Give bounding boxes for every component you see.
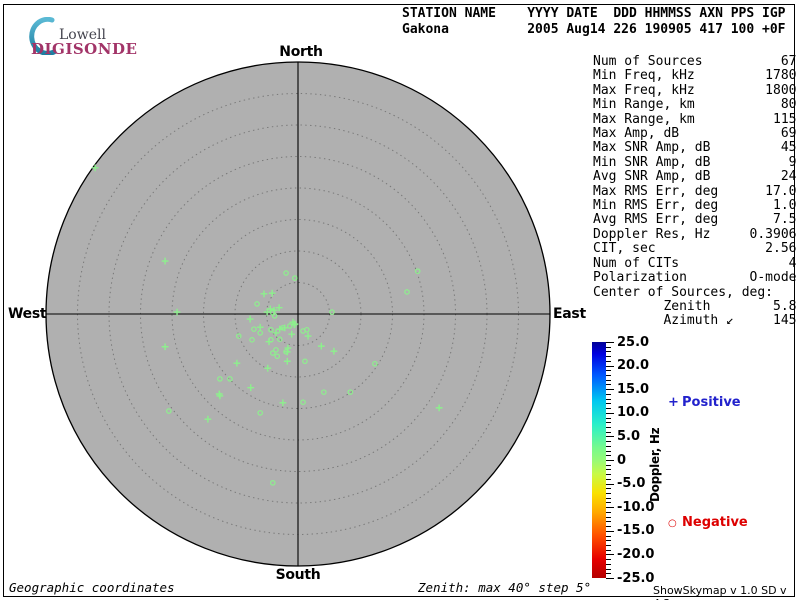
measurement-stats-panel: Num of Sources 67 Min Freq, kHz 1780 Max… (593, 55, 797, 329)
digisonde-logo: Lowell DIGISONDE (12, 8, 162, 48)
colorbar-tick-label: 15.0 (617, 383, 649, 396)
colorbar-minor-tick (606, 502, 611, 503)
colorbar-tick-label: -5.0 (617, 477, 645, 490)
colorbar-minor-tick (606, 408, 611, 409)
colorbar-tick-label: -20.0 (617, 548, 654, 561)
colorbar-minor-tick (606, 564, 611, 565)
colorbar-minor-tick (606, 474, 611, 475)
header-station-values: Gakona 2005 Aug14 226 190905 417 100 +0F (402, 22, 786, 37)
colorbar-minor-tick (606, 432, 611, 433)
colorbar-minor-tick (606, 569, 611, 570)
colorbar-minor-tick (606, 451, 611, 452)
colorbar-minor-tick (606, 465, 611, 466)
colorbar-tick-label: -15.0 (617, 524, 654, 537)
colorbar-minor-tick (606, 403, 611, 404)
colorbar-major-tick (606, 436, 614, 437)
colorbar-minor-tick (606, 380, 611, 381)
colorbar-minor-tick (606, 446, 611, 447)
plus-marker-icon: + (668, 395, 682, 410)
colorbar-minor-tick (606, 512, 611, 513)
colorbar-minor-tick (606, 351, 611, 352)
colorbar-tick-label: 20.0 (617, 359, 649, 372)
legend-negative: ○Negative (668, 515, 748, 530)
colorbar-major-tick (606, 578, 614, 579)
colorbar-minor-tick (606, 361, 611, 362)
legend-negative-label: Negative (682, 515, 748, 530)
colorbar-tick-label: 25.0 (617, 336, 649, 349)
colorbar-minor-tick (606, 427, 611, 428)
compass-north-label: North (278, 44, 324, 60)
compass-east-label: East (553, 306, 593, 322)
colorbar-major-tick (606, 507, 614, 508)
colorbar-major-tick (606, 460, 614, 461)
colorbar-minor-tick (606, 422, 611, 423)
colorbar-minor-tick (606, 526, 611, 527)
colorbar-minor-tick (606, 488, 611, 489)
showskymap-window: Lowell DIGISONDE STATION NAME YYYY DATE … (0, 0, 800, 600)
colorbar-tick-label: 10.0 (617, 406, 649, 419)
colorbar-minor-tick (606, 517, 611, 518)
colorbar-tick-label: 5.0 (617, 430, 640, 443)
colorbar-major-tick (606, 366, 614, 367)
doppler-axis-title: Doppler, Hz (648, 413, 664, 517)
colorbar-minor-tick (606, 540, 611, 541)
colorbar-minor-tick (606, 370, 611, 371)
colorbar-minor-tick (606, 399, 611, 400)
legend-positive-label: Positive (682, 395, 741, 410)
colorbar-minor-tick (606, 441, 611, 442)
colorbar-minor-tick (606, 375, 611, 376)
colorbar-major-tick (606, 531, 614, 532)
colorbar-minor-tick (606, 498, 611, 499)
colorbar-major-tick (606, 389, 614, 390)
circle-marker-icon: ○ (668, 518, 682, 529)
compass-west-label: West (8, 306, 44, 322)
colorbar-minor-tick (606, 356, 611, 357)
colorbar-minor-tick (606, 479, 611, 480)
compass-south-label: South (275, 567, 321, 583)
colorbar-minor-tick (606, 573, 611, 574)
colorbar-minor-tick (606, 521, 611, 522)
legend-positive: +Positive (668, 395, 741, 410)
colorbar-minor-tick (606, 418, 611, 419)
logo-digisonde-text: DIGISONDE (31, 40, 137, 58)
colorbar-minor-tick (606, 384, 611, 385)
header-column-labels: STATION NAME YYYY DATE DDD HHMMSS AXN PP… (402, 6, 786, 21)
zenith-scale-label: Zenith: max 40° step 5° (418, 580, 591, 595)
colorbar-minor-tick (606, 550, 611, 551)
colorbar-minor-tick (606, 493, 611, 494)
colorbar-tick-label: 0 (617, 454, 626, 467)
colorbar-major-tick (606, 554, 614, 555)
colorbar-major-tick (606, 413, 614, 414)
software-version-label: ShowSkymap v 1.0 SD v 4.2 (653, 584, 800, 600)
colorbar-minor-tick (606, 394, 611, 395)
colorbar-tick-label: -25.0 (617, 572, 654, 585)
colorbar-minor-tick (606, 559, 611, 560)
doppler-colorbar (592, 342, 606, 578)
colorbar-major-tick (606, 342, 614, 343)
colorbar-minor-tick (606, 545, 611, 546)
colorbar-major-tick (606, 484, 614, 485)
colorbar-minor-tick (606, 536, 611, 537)
colorbar-minor-tick (606, 455, 611, 456)
coordinates-mode-label: Geographic coordinates (9, 580, 175, 595)
colorbar-minor-tick (606, 347, 611, 348)
colorbar-minor-tick (606, 469, 611, 470)
